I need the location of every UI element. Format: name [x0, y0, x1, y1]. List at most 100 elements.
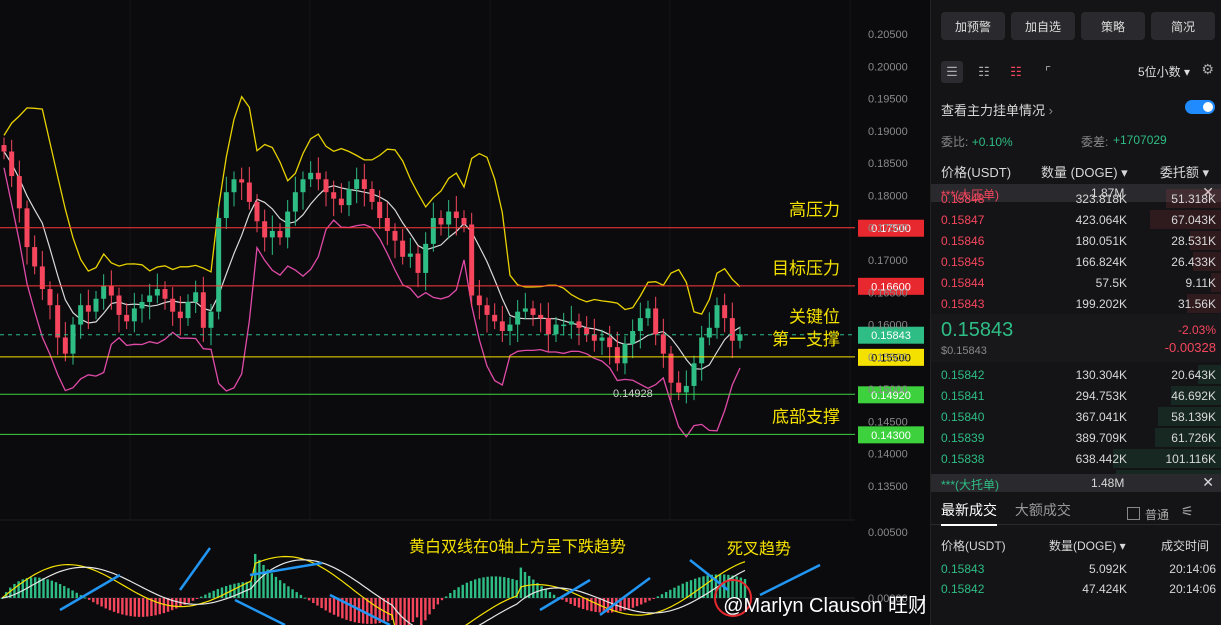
asks-view-icon[interactable]: ☷ — [1005, 61, 1027, 83]
add-watchlist-button[interactable]: 加自选 — [1011, 12, 1075, 40]
order-qty: 423.064K — [1075, 213, 1127, 227]
candle-body — [308, 172, 314, 180]
ask-row[interactable]: 0.15848 323.818K 51.318K — [931, 188, 1221, 209]
gear-icon[interactable]: ⚙ — [1201, 61, 1214, 78]
normal-checkbox[interactable] — [1127, 507, 1140, 520]
tab-large-trades[interactable]: 大额成交 — [1015, 502, 1071, 518]
macd-histogram-bar — [328, 598, 332, 613]
order-total: 46.692K — [1171, 389, 1216, 403]
bid-row[interactable]: 0.15838 638.442K 101.116K — [931, 448, 1221, 469]
trade-qty-select[interactable]: 数量(DOGE) ▾ — [1049, 537, 1126, 554]
bid-large-banner: ***(大托单) 1.48M ✕ — [931, 474, 1221, 492]
candle-body — [722, 305, 728, 319]
macd-histogram-bar — [137, 598, 141, 617]
candle-body — [78, 305, 84, 325]
macd-histogram-bar — [640, 598, 643, 605]
ask-row[interactable]: 0.15844 57.5K 9.11K — [931, 272, 1221, 293]
action-buttons: 加预警 加自选 策略 简况 — [941, 12, 1215, 40]
depth-view-icon[interactable]: ⌜ — [1037, 61, 1059, 83]
macd-histogram-bar — [312, 598, 315, 604]
main-orders-row[interactable]: 查看主力挂单情况 › — [941, 100, 1219, 119]
macd-histogram-bar — [681, 583, 684, 598]
macd-histogram-bar — [507, 577, 510, 598]
candle-body — [630, 331, 636, 344]
main-orders-toggle[interactable] — [1185, 100, 1215, 114]
macd-histogram-bar — [146, 598, 149, 617]
indicator-annotation: 黄白双线在0轴上方呈下跌趋势 — [409, 538, 626, 556]
candle-body — [446, 211, 452, 225]
trade-time: 20:14:06 — [1169, 582, 1216, 596]
macd-histogram-bar — [112, 598, 116, 612]
macd-histogram-bar — [523, 571, 527, 598]
macd-histogram-bar — [403, 598, 406, 625]
candle-body — [706, 327, 712, 338]
candle-body — [453, 211, 459, 219]
ask-row[interactable]: 0.15843 199.202K 31.56K — [931, 293, 1221, 314]
qty-column-select[interactable]: 数量 (DOGE) ▾ — [1041, 162, 1128, 181]
macd-histogram-bar — [50, 580, 54, 598]
macd-histogram-bar — [249, 581, 253, 598]
candle-body — [93, 298, 99, 312]
macd-histogram-bar — [428, 598, 431, 615]
tab-latest-trades[interactable]: 最新成交 — [941, 502, 997, 518]
macd-histogram-bar — [204, 594, 207, 598]
candle-body — [515, 311, 521, 325]
trade-qty: 47.424K — [1082, 582, 1127, 596]
order-price: 0.15846 — [941, 234, 985, 248]
candle-body — [377, 201, 383, 219]
order-price: 0.15844 — [941, 276, 985, 290]
macd-histogram-bar — [13, 583, 16, 598]
macd-histogram-bar — [195, 598, 199, 599]
bid-row[interactable]: 0.15841 294.753K 46.692K — [931, 385, 1221, 406]
candle-body — [407, 253, 413, 257]
macd-histogram-bar — [121, 598, 124, 615]
candle-body — [729, 318, 735, 341]
price-chart[interactable]: 0.17500高压力0.16600目标压力0.15843关键位0.15500第一… — [0, 0, 925, 625]
ask-row[interactable]: 0.15847 423.064K 67.043K — [931, 209, 1221, 230]
macd-histogram-bar — [478, 578, 481, 598]
candle-body — [415, 253, 421, 273]
add-alert-button[interactable]: 加预警 — [941, 12, 1005, 40]
order-price: 0.15838 — [941, 452, 985, 466]
orderbook-header: 价格(USDT) 数量 (DOGE) ▾ 委托额 ▾ — [941, 162, 1219, 181]
macd-histogram-bar — [631, 598, 635, 608]
macd-histogram-bar — [685, 581, 689, 598]
candle-body — [607, 337, 613, 348]
macd-histogram-bar — [100, 598, 103, 607]
bid-row[interactable]: 0.15839 389.709K 61.726K — [931, 427, 1221, 448]
strategy-button[interactable]: 策略 — [1081, 12, 1145, 40]
candle-body — [637, 318, 643, 332]
macd-histogram-bar — [63, 586, 66, 598]
ratio-value: +0.10% — [971, 135, 1013, 149]
total-column-select[interactable]: 委托额 ▾ — [1160, 162, 1209, 181]
candle-body — [484, 305, 490, 315]
ask-row[interactable]: 0.15846 180.051K 28.531K — [931, 230, 1221, 251]
overview-button[interactable]: 简况 — [1151, 12, 1215, 40]
candle-body — [530, 308, 536, 315]
bid-row[interactable]: 0.15840 367.041K 58.139K — [931, 406, 1221, 427]
candle-body — [285, 211, 291, 238]
order-price: 0.15847 — [941, 213, 985, 227]
price-tick-label: 0.15500 — [868, 352, 908, 364]
decimals-select[interactable]: 5位小数 ▾ — [1138, 63, 1190, 80]
candle-body — [101, 285, 107, 299]
both-sides-view-icon[interactable]: ☰ — [941, 61, 963, 83]
candle-body — [185, 301, 191, 319]
trades-tabs: 最新成交 大额成交 — [941, 500, 1071, 520]
candle-body — [361, 179, 367, 189]
price-tick-label: 0.18000 — [868, 190, 908, 202]
macd-histogram-bar — [287, 586, 290, 598]
candle-body — [292, 192, 298, 212]
candle-body — [576, 321, 582, 328]
candle-body — [584, 327, 590, 335]
bids-view-icon[interactable]: ☷ — [973, 61, 995, 83]
filter-icon[interactable]: ⚟ — [1181, 503, 1194, 520]
order-qty: 166.824K — [1075, 255, 1127, 269]
ask-row[interactable]: 0.15845 166.824K 26.433K — [931, 251, 1221, 272]
order-qty: 199.202K — [1075, 297, 1127, 311]
candle-body — [277, 230, 283, 238]
macd-histogram-bar — [332, 598, 336, 615]
candle-body — [131, 308, 137, 322]
bid-row[interactable]: 0.15842 130.304K 20.643K — [931, 364, 1221, 385]
close-icon[interactable]: ✕ — [1202, 474, 1214, 491]
